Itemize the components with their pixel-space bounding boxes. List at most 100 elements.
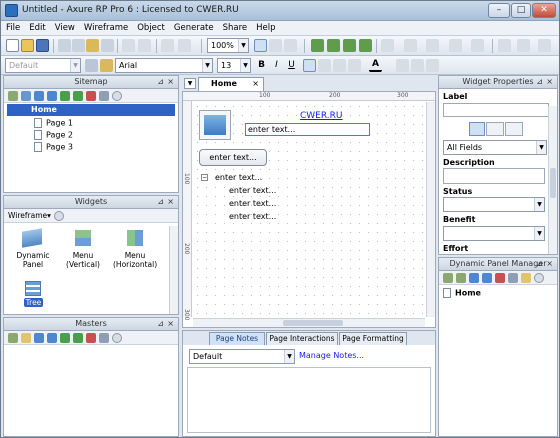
move-down-icon[interactable]	[482, 273, 492, 283]
tab-page-formatting[interactable]: Page Formatting	[339, 332, 407, 345]
design-canvas[interactable]: CWER.RU enter text... enter text... − en…	[193, 102, 425, 317]
annotations-tab-icon[interactable]	[469, 122, 485, 136]
vertical-scrollbar[interactable]	[426, 102, 435, 317]
pin-icon[interactable]: ⊿	[536, 258, 543, 270]
description-input[interactable]	[443, 168, 545, 184]
link-widget[interactable]: CWER.RU	[300, 111, 343, 121]
valign-top-icon[interactable]	[396, 59, 409, 72]
open-folder-icon[interactable]	[21, 39, 34, 52]
close-button[interactable]: ✕	[532, 3, 556, 18]
align-center-icon[interactable]	[318, 59, 331, 72]
delete-state-icon[interactable]	[495, 273, 505, 283]
menu-edit[interactable]: Edit	[24, 21, 49, 33]
menu-wireframe[interactable]: Wireframe	[79, 21, 132, 33]
indent-icon[interactable]	[60, 91, 70, 101]
tab-page-notes[interactable]: Page Notes	[209, 332, 265, 345]
tab-page-interactions[interactable]: Page Interactions	[266, 332, 338, 345]
connector-icon[interactable]	[269, 39, 282, 52]
menu-view[interactable]: View	[50, 21, 79, 33]
duplicate-state-icon[interactable]	[456, 273, 466, 283]
add-page-icon[interactable]	[8, 91, 18, 101]
maximize-button[interactable]: □	[511, 3, 531, 18]
text-field-widget[interactable]: enter text...	[245, 123, 370, 136]
search-icon[interactable]	[112, 333, 122, 343]
line-color-icon[interactable]	[404, 39, 417, 52]
close-icon[interactable]: ×	[167, 318, 174, 330]
menu-horizontal-icon[interactable]	[127, 230, 143, 246]
send-back-icon[interactable]	[327, 39, 340, 52]
status-select[interactable]: ▼	[443, 197, 545, 212]
tree-child-node[interactable]: enter text...	[229, 212, 276, 221]
notes-select[interactable]: Default ▼	[189, 349, 295, 364]
style-editor-icon[interactable]	[85, 59, 98, 72]
menu-share[interactable]: Share	[218, 21, 252, 33]
group-icon[interactable]	[161, 39, 174, 52]
backward-icon[interactable]	[359, 39, 372, 52]
format-painter-icon[interactable]	[100, 59, 113, 72]
tab-home[interactable]: Home ×	[198, 77, 264, 91]
tab-list-button[interactable]: ▼	[184, 78, 196, 89]
sitemap-item-page2[interactable]: Page 2	[34, 130, 73, 140]
tree-child-node[interactable]: enter text...	[229, 186, 276, 195]
font-select[interactable]: Arial ▼	[115, 58, 213, 73]
add-child-icon[interactable]	[21, 91, 31, 101]
move-up-icon[interactable]	[34, 333, 44, 343]
search-icon[interactable]	[112, 91, 122, 101]
distribute-icon[interactable]	[538, 39, 551, 52]
widget-library-select[interactable]: Wireframe▾	[8, 211, 51, 220]
rename-icon[interactable]	[99, 91, 109, 101]
align-right-icon[interactable]	[333, 59, 346, 72]
delete-master-icon[interactable]	[86, 333, 96, 343]
close-icon[interactable]: ×	[167, 196, 174, 208]
pin-icon[interactable]: ⊿	[157, 76, 164, 88]
align-icon[interactable]	[517, 39, 530, 52]
delete-page-icon[interactable]	[86, 91, 96, 101]
paste-icon[interactable]	[86, 39, 99, 52]
tree-collapse-icon[interactable]: −	[201, 174, 208, 181]
cut-icon[interactable]	[58, 39, 71, 52]
select-mode-icon[interactable]	[254, 39, 267, 52]
valign-bottom-icon[interactable]	[426, 59, 439, 72]
outdent-icon[interactable]	[73, 333, 83, 343]
valign-middle-icon[interactable]	[411, 59, 424, 72]
line-style-icon[interactable]	[449, 39, 462, 52]
benefit-select[interactable]: ▼	[443, 226, 545, 241]
bullets-icon[interactable]	[498, 39, 511, 52]
search-icon[interactable]	[54, 211, 64, 221]
dpm-item-home[interactable]: Home	[443, 288, 481, 298]
close-icon[interactable]: ×	[546, 258, 553, 270]
menu-object[interactable]: Object	[132, 21, 169, 33]
tree-root-node[interactable]: enter text...	[215, 173, 262, 182]
close-icon[interactable]: ×	[546, 76, 553, 88]
menu-vertical-icon[interactable]	[75, 230, 91, 246]
fields-select[interactable]: All Fields ▼	[443, 140, 547, 155]
outdent-icon[interactable]	[73, 91, 83, 101]
new-file-icon[interactable]	[6, 39, 19, 52]
close-icon[interactable]: ×	[167, 76, 174, 88]
menu-generate[interactable]: Generate	[169, 21, 218, 33]
interactions-tab-icon[interactable]	[486, 122, 504, 136]
line-width-icon[interactable]	[426, 39, 439, 52]
pin-icon[interactable]: ⊿	[536, 76, 543, 88]
label-input[interactable]	[443, 103, 549, 117]
widgets-scrollbar[interactable]	[169, 226, 178, 314]
layout-icon[interactable]	[284, 39, 297, 52]
arrow-style-icon[interactable]	[471, 39, 484, 52]
fill-color-icon[interactable]	[381, 39, 394, 52]
text-color-button[interactable]: A	[369, 59, 382, 72]
save-icon[interactable]	[36, 39, 49, 52]
move-up-icon[interactable]	[469, 273, 479, 283]
dynamic-panel-icon[interactable]	[22, 228, 42, 248]
sitemap-item-home[interactable]: Home	[7, 104, 175, 116]
zoom-select[interactable]: 100% ▼	[207, 38, 249, 53]
move-down-icon[interactable]	[47, 333, 57, 343]
scrollbar-thumb[interactable]	[550, 168, 556, 198]
bring-front-icon[interactable]	[311, 39, 324, 52]
style-select[interactable]: Default ▼	[5, 58, 81, 73]
button-widget[interactable]: enter text...	[199, 149, 267, 166]
bold-button[interactable]: B	[255, 59, 268, 72]
close-icon[interactable]: ×	[252, 78, 259, 90]
properties-scrollbar[interactable]	[548, 106, 557, 254]
edit-all-icon[interactable]	[521, 273, 531, 283]
redo-icon[interactable]	[138, 39, 151, 52]
